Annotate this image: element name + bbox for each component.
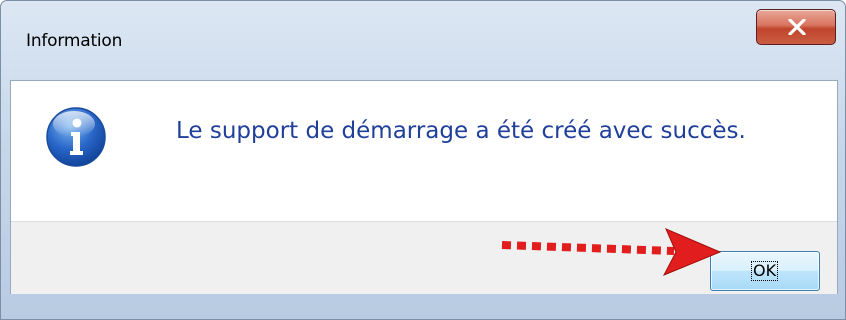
ok-button[interactable]: OK xyxy=(710,251,820,291)
window-title: Information xyxy=(26,31,123,51)
ok-button-label: OK xyxy=(751,261,779,281)
information-dialog: Information Le support de démarrage a ét… xyxy=(0,0,846,320)
message-area: Le support de démarrage a été créé avec … xyxy=(11,81,837,221)
red-dotted-arrow-icon xyxy=(501,228,721,276)
close-x-icon xyxy=(788,19,806,35)
info-icon xyxy=(46,107,106,167)
title-bar[interactable]: Information xyxy=(1,1,845,81)
message-text: Le support de démarrage a été créé avec … xyxy=(176,118,746,144)
close-button[interactable] xyxy=(756,9,836,45)
